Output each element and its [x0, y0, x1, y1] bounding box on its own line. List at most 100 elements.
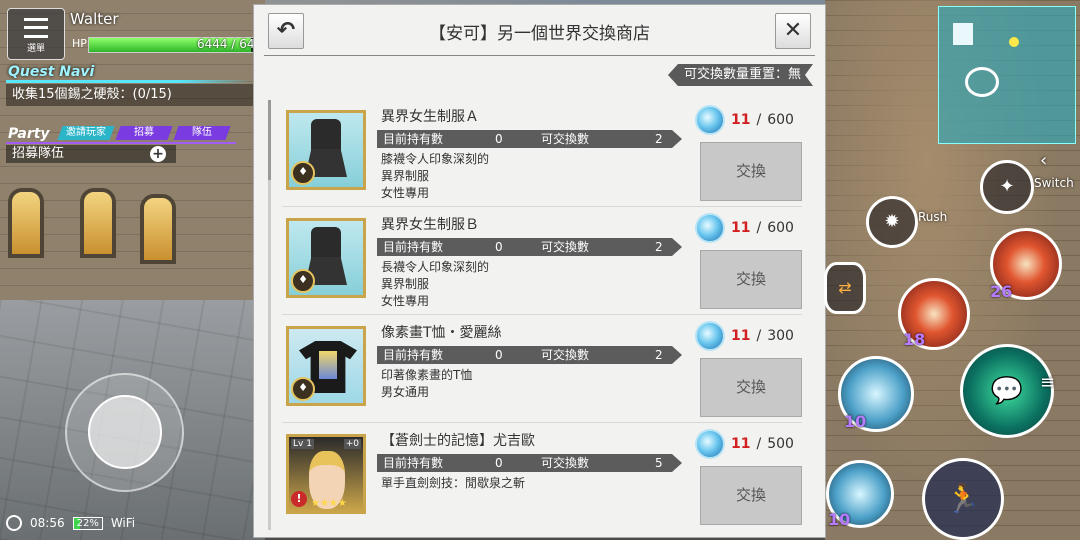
- hero-plus: +0: [343, 439, 361, 449]
- joystick-knob[interactable]: [88, 395, 162, 469]
- switch-button[interactable]: ✦: [980, 160, 1034, 214]
- pixel-art-print: [319, 351, 337, 379]
- minimap-quest-marker: [1009, 37, 1019, 47]
- uniform-image: [311, 119, 341, 177]
- item-thumbnail[interactable]: ♦: [286, 218, 366, 298]
- item-thumbnail[interactable]: Lv 1 +0 ! ★★★★: [286, 434, 366, 514]
- item-cost: 11 / 500: [695, 429, 794, 459]
- cost-need: 600: [767, 220, 794, 236]
- list-item: ♦ 異界女生制服Ｂ 目前持有數 0 可交換數 2 長襪令人印象深刻的 異界制服 …: [282, 208, 802, 315]
- status-bar: 08:56 22% WiFi: [6, 515, 135, 531]
- minimap[interactable]: [938, 6, 1076, 144]
- owned-value: 0: [495, 348, 503, 362]
- item-info-bar: 目前持有數 0 可交換數 2: [377, 238, 682, 256]
- player-name: Walter: [70, 10, 119, 28]
- hp-label: HP: [72, 37, 87, 50]
- desc-line: 男女通用: [381, 385, 430, 399]
- list-item: ♦ 異界女生制服Ａ 目前持有數 0 可交換數 2 膝襪令人印象深刻的 異界制服 …: [282, 100, 802, 207]
- desc-line: 單手直劍劍技：閒歇泉之斬: [381, 476, 526, 490]
- chat-bubble-icon: 💬: [990, 376, 1024, 406]
- rush-icon: ✹: [884, 211, 900, 232]
- currency-icon: [695, 105, 725, 135]
- exchange-button[interactable]: 交換: [700, 358, 802, 417]
- swap-icon: ⇄: [838, 278, 852, 297]
- cost-separator: /: [756, 220, 762, 236]
- party-tab-team-label: 隊伍: [192, 127, 212, 138]
- item-info-bar: 目前持有數 0 可交換數 2: [377, 346, 682, 364]
- item-thumbnail[interactable]: ♦: [286, 110, 366, 190]
- party-tab-invite[interactable]: 邀請玩家: [57, 126, 115, 140]
- item-thumbnail[interactable]: ♦: [286, 326, 366, 406]
- desc-line: 異界制服: [381, 169, 430, 183]
- rush-button[interactable]: ✹: [866, 196, 918, 248]
- scrollbar-thumb[interactable]: [268, 100, 271, 180]
- cost-separator: /: [756, 112, 762, 128]
- item-cost: 11 / 600: [695, 213, 794, 243]
- clothing-badge-icon: ♦: [291, 377, 315, 401]
- back-button[interactable]: ↶: [268, 13, 304, 49]
- owned-value: 0: [495, 240, 503, 254]
- item-name: 異界女生制服Ｂ: [381, 217, 479, 233]
- exchangeable-label: 可交換數: [541, 456, 590, 470]
- exchangeable-value: 2: [655, 348, 663, 362]
- desc-line: 印著像素畫的T恤: [381, 368, 473, 382]
- swap-button[interactable]: ⇄: [824, 262, 866, 314]
- skill-1-count: 26: [990, 282, 1013, 301]
- back-arrow-icon: ↶: [276, 18, 296, 43]
- wifi-label: WiFi: [110, 516, 136, 530]
- exchangeable-value: 5: [655, 456, 663, 470]
- clothing-badge-icon: ♦: [291, 269, 315, 293]
- party-divider: [6, 142, 236, 144]
- cost-need: 500: [767, 436, 794, 452]
- close-button[interactable]: ✕: [775, 13, 811, 49]
- cost-need: 600: [767, 112, 794, 128]
- owned-value: 0: [495, 456, 503, 470]
- party-title: Party: [8, 126, 50, 142]
- desc-line: 膝襪令人印象深刻的: [381, 152, 490, 166]
- switch-icon: ✦: [999, 176, 1015, 197]
- scrollbar[interactable]: [268, 100, 271, 530]
- party-tab-recruit[interactable]: 招募: [115, 126, 173, 140]
- cost-have: 11: [731, 112, 751, 128]
- quest-navi-title[interactable]: Quest Navi: [8, 64, 94, 80]
- item-name: 像素畫T恤・愛麗絲: [381, 325, 502, 341]
- dash-button[interactable]: 🏃: [922, 458, 1004, 540]
- party-tab-recruit-label: 招募: [134, 127, 154, 138]
- cost-separator: /: [756, 328, 762, 344]
- background-window: [140, 194, 176, 264]
- currency-icon: [695, 213, 725, 243]
- owned-label: 目前持有數: [383, 132, 444, 146]
- currency-icon: [695, 429, 725, 459]
- skill-4-count: 10: [828, 510, 851, 529]
- exchangeable-value: 2: [655, 240, 663, 254]
- exchangeable-label: 可交換數: [541, 240, 590, 254]
- desc-line: 異界制服: [381, 277, 430, 291]
- quest-text[interactable]: 收集15個錫之硬殼：(0/15): [6, 84, 256, 106]
- exchange-button[interactable]: 交換: [700, 250, 802, 309]
- add-party-icon[interactable]: +: [150, 146, 166, 162]
- menu-label: 選單: [26, 44, 45, 54]
- item-list[interactable]: ♦ 異界女生制服Ａ 目前持有數 0 可交換數 2 膝襪令人印象深刻的 異界制服 …: [268, 100, 813, 530]
- exchange-button[interactable]: 交換: [700, 142, 802, 201]
- list-item: Lv 1 +0 ! ★★★★ 【蒼劍士的記憶】尤吉歐 目前持有數 0 可交換數 …: [282, 424, 802, 530]
- rarity-stars: ★★★★: [311, 498, 347, 509]
- status-time: 08:56: [30, 516, 65, 530]
- item-cost: 11 / 600: [695, 105, 794, 135]
- party-tab-invite-label: 邀請玩家: [66, 127, 106, 138]
- exchange-button[interactable]: 交換: [700, 466, 802, 525]
- chevron-left-icon[interactable]: ‹: [1040, 150, 1047, 171]
- clock-icon: [6, 515, 22, 531]
- title-divider: [264, 55, 815, 56]
- desc-line: 長襪令人印象深刻的: [381, 260, 490, 274]
- item-info-bar: 目前持有數 0 可交換數 2: [377, 130, 682, 148]
- party-tab-team[interactable]: 隊伍: [173, 126, 231, 140]
- rush-label: Rush: [918, 210, 948, 224]
- cost-have: 11: [731, 220, 751, 236]
- desc-line: 女性專用: [381, 186, 430, 200]
- uniform-image: [311, 227, 341, 285]
- alert-icon: !: [291, 491, 307, 507]
- menu-lines-icon[interactable]: ≡: [1040, 372, 1055, 393]
- minimap-building: [953, 23, 973, 45]
- item-cost: 11 / 300: [695, 321, 794, 351]
- menu-button[interactable]: 選單: [7, 8, 65, 60]
